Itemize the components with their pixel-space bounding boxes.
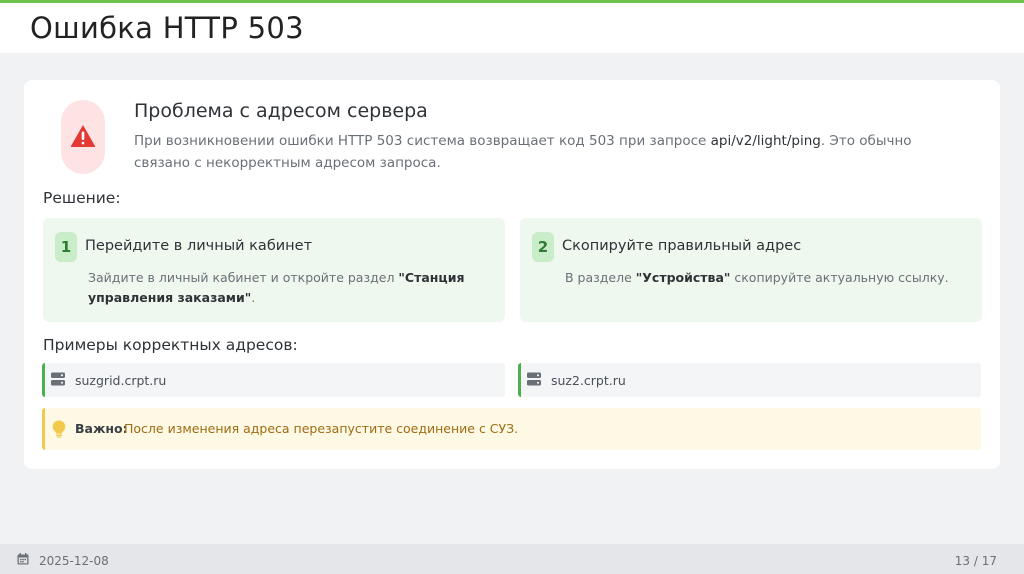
step-title: Перейдите в личный кабинет bbox=[85, 238, 313, 254]
notice-text: После изменения адреса перезапустите сое… bbox=[124, 421, 519, 436]
step-desc-bold: "Устройства" bbox=[635, 270, 731, 285]
page-counter: 13 / 17 bbox=[954, 554, 997, 568]
step-title: Скопируйте правильный адрес bbox=[562, 238, 802, 254]
endpoint-code: api/v2/light/ping bbox=[710, 133, 821, 149]
step-card: 1 Перейдите в личный кабинет Зайдите в л… bbox=[43, 218, 505, 322]
header: Ошибка HTTP 503 bbox=[0, 3, 1024, 53]
content-card: Проблема с адресом сервера При возникнов… bbox=[24, 80, 1000, 469]
calendar-icon bbox=[17, 553, 29, 565]
step-desc-text: Зайдите в личный кабинет и откройте разд… bbox=[88, 270, 399, 285]
address-text: suz2.crpt.ru bbox=[551, 373, 626, 388]
step-desc-text: В разделе bbox=[565, 270, 636, 285]
address-example: suzgrid.crpt.ru bbox=[42, 363, 505, 397]
problem-title: Проблема с адресом сервера bbox=[134, 100, 428, 122]
important-notice: Важно: После изменения адреса перезапуст… bbox=[42, 408, 981, 450]
step-desc-end: скопируйте актуальную ссылку. bbox=[730, 270, 949, 285]
page-title: Ошибка HTTP 503 bbox=[30, 11, 304, 45]
footer-date: 2025-12-08 bbox=[39, 554, 109, 568]
server-icon bbox=[51, 372, 65, 386]
step-desc-end: . bbox=[251, 290, 256, 305]
server-icon bbox=[527, 372, 541, 386]
step-card: 2 Скопируйте правильный адрес В разделе … bbox=[520, 218, 982, 322]
notice-label: Важно: bbox=[75, 421, 128, 436]
step-description: В разделе "Устройства" скопируйте актуал… bbox=[565, 268, 975, 288]
warning-icon bbox=[70, 125, 96, 147]
step-description: Зайдите в личный кабинет и откройте разд… bbox=[88, 268, 498, 308]
step-number: 1 bbox=[55, 232, 77, 262]
step-number: 2 bbox=[532, 232, 554, 262]
problem-description: При возникновении ошибки HTTP 503 систем… bbox=[134, 130, 954, 174]
footer: 2025-12-08 13 / 17 bbox=[0, 544, 1024, 574]
address-example: suz2.crpt.ru bbox=[518, 363, 981, 397]
lightbulb-icon bbox=[52, 420, 66, 438]
solution-heading: Решение: bbox=[43, 189, 121, 207]
address-text: suzgrid.crpt.ru bbox=[75, 373, 167, 388]
examples-heading: Примеры корректных адресов: bbox=[43, 336, 298, 354]
problem-text-before: При возникновении ошибки HTTP 503 систем… bbox=[134, 133, 711, 149]
alert-badge bbox=[61, 100, 105, 174]
